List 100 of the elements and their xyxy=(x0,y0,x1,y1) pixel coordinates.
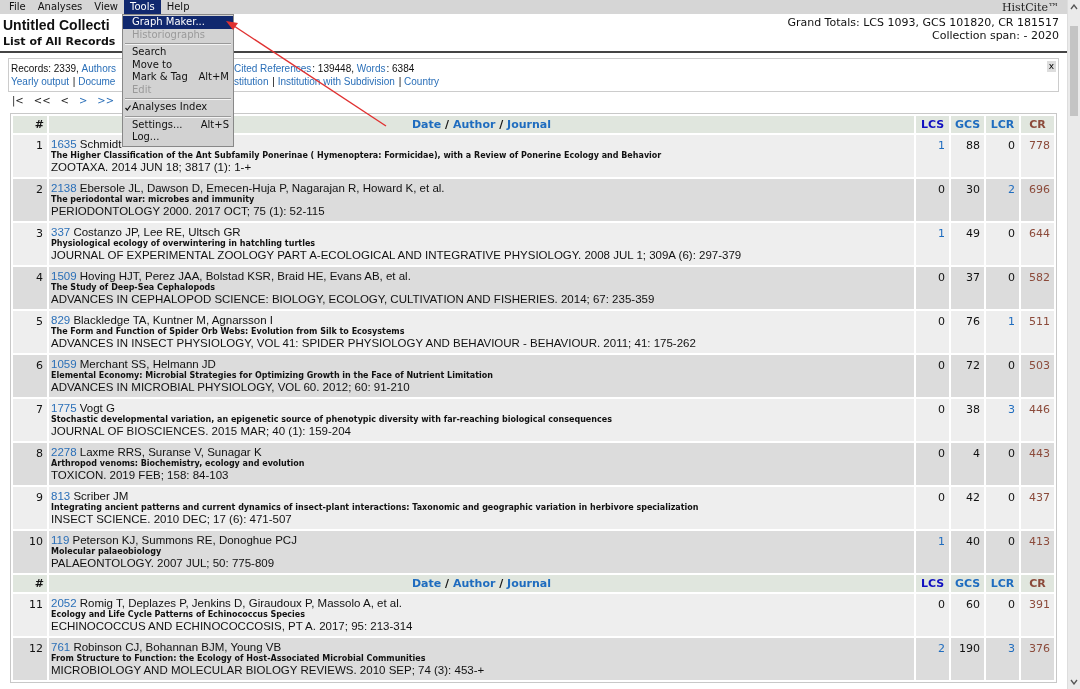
menu-option[interactable]: Log... xyxy=(123,131,233,144)
lcr-cell[interactable]: 2 xyxy=(986,179,1019,221)
pager-link[interactable]: >> xyxy=(97,95,115,109)
menu-option[interactable]: Search xyxy=(123,46,233,59)
column-header[interactable]: CR xyxy=(1021,575,1054,592)
record-link[interactable]: 1635 xyxy=(51,138,77,150)
info-link[interactable]: Docume xyxy=(78,75,116,88)
lcs-cell[interactable]: 1 xyxy=(916,135,949,177)
collection-span: Collection span: - 2020 xyxy=(931,29,1059,42)
column-header[interactable]: CR xyxy=(1021,116,1054,133)
cr-cell[interactable]: 696 xyxy=(1021,179,1054,221)
record-title: The Study of Deep-Sea Cephalopods xyxy=(51,283,216,293)
info-text: : 6384 xyxy=(386,62,415,75)
sort-link[interactable]: Date xyxy=(412,577,442,590)
lcs-cell[interactable]: 2 xyxy=(916,638,949,680)
menu-option[interactable]: Move to xyxy=(123,58,233,71)
cr-cell[interactable]: 437 xyxy=(1021,487,1054,529)
record-link[interactable]: 1059 xyxy=(51,358,77,370)
lcr-cell[interactable]: 3 xyxy=(986,638,1019,680)
record-link[interactable]: 2278 xyxy=(51,446,77,458)
sort-link[interactable]: Date xyxy=(412,118,442,131)
column-header[interactable]: GCS xyxy=(951,116,984,133)
record-authors: 119 Peterson KJ, Summons RE, Donoghue PCJ xyxy=(51,534,297,547)
column-header[interactable]: LCS xyxy=(916,575,949,592)
cr-cell[interactable]: 391 xyxy=(1021,594,1054,636)
scroll-thumb[interactable] xyxy=(1070,26,1078,116)
record-link[interactable]: 829 xyxy=(51,314,71,326)
menu-item[interactable]: Help xyxy=(160,0,196,14)
info-link[interactable]: Words xyxy=(356,62,386,75)
record-authors: 829 Blackledge TA, Kuntner M, Agnarsson I xyxy=(51,314,274,327)
record-authors: 813 Scriber JM xyxy=(51,490,129,503)
sort-link[interactable]: Journal xyxy=(507,577,551,590)
column-header[interactable]: LCR xyxy=(986,575,1019,592)
record-link[interactable]: 2138 xyxy=(51,182,77,194)
lcs-cell[interactable]: 1 xyxy=(916,531,949,573)
record-source: PERIODONTOLOGY 2000. 2017 OCT; 75 (1): 52-115 xyxy=(51,205,325,218)
record-link[interactable]: 2052 xyxy=(51,597,77,609)
lcr-cell-text: 0 xyxy=(1007,138,1016,154)
separator-text: / xyxy=(498,118,505,131)
menu-option[interactable]: Settings... Alt+S xyxy=(123,118,233,131)
record-title: Arthropod venoms: Biochemistry, ecology and evolution xyxy=(51,459,305,469)
separator-text: / xyxy=(444,118,451,131)
pager-link[interactable]: << xyxy=(33,95,51,109)
close-button[interactable]: x xyxy=(1046,61,1056,72)
column-header[interactable]: LCR xyxy=(986,116,1019,133)
record-authors: 337 Costanzo JP, Lee RE, Ultsch GR xyxy=(51,226,241,239)
lcs-cell-text: 0 xyxy=(937,270,946,286)
pager-link[interactable]: < xyxy=(60,95,69,109)
sort-link[interactable]: Author xyxy=(452,118,496,131)
cr-cell[interactable]: 446 xyxy=(1021,399,1054,441)
gcs-cell-text: 190 xyxy=(958,641,981,657)
record-link[interactable]: 1509 xyxy=(51,270,77,282)
cr-cell[interactable]: 582 xyxy=(1021,267,1054,309)
info-link[interactable]: Institution with Subdivision xyxy=(277,75,395,88)
info-link[interactable]: stitution xyxy=(234,75,269,88)
scroll-down-icon[interactable] xyxy=(1070,679,1078,685)
record-link[interactable]: 813 xyxy=(51,490,71,502)
record-source: JOURNAL OF BIOSCIENCES. 2015 MAR; 40 (1): 159-204 xyxy=(51,425,351,438)
lcr-cell-text: 0 xyxy=(1007,534,1016,550)
info-link[interactable]: Country xyxy=(404,75,440,88)
row-number: 1 xyxy=(35,138,44,154)
lcr-cell[interactable]: 1 xyxy=(986,311,1019,353)
lcr-cell[interactable]: 3 xyxy=(986,399,1019,441)
scroll-up-icon[interactable] xyxy=(1070,4,1078,10)
lcs-cell[interactable]: 1 xyxy=(916,223,949,265)
row-number: 12 xyxy=(28,641,44,657)
sort-link[interactable]: Author xyxy=(452,577,496,590)
menu-item[interactable]: Analyses xyxy=(31,0,89,14)
record-source: ECHINOCOCCUS AND ECHINOCOCCOSIS, PT A. 2017; 95: 213-314 xyxy=(51,620,413,633)
menu-option[interactable]: Analyses Index xyxy=(123,101,233,114)
record-authors: 2278 Laxme RRS, Suranse V, Sunagar K xyxy=(51,446,262,459)
column-header[interactable]: GCS xyxy=(951,575,984,592)
column-header[interactable]: LCS xyxy=(916,116,949,133)
record-link[interactable]: 119 xyxy=(51,534,70,546)
menu-item[interactable]: File xyxy=(3,0,32,14)
record-link[interactable]: 761 xyxy=(51,641,71,653)
row-number: 2 xyxy=(35,182,44,198)
scrollbar[interactable] xyxy=(1067,0,1080,689)
info-link[interactable]: Yearly output xyxy=(11,75,69,88)
menu-item[interactable]: View xyxy=(88,0,125,14)
cr-cell[interactable]: 778 xyxy=(1021,135,1054,177)
sort-link[interactable]: Journal xyxy=(507,118,551,131)
record-link[interactable]: 1775 xyxy=(51,402,77,414)
menu-option[interactable]: Graph Maker... xyxy=(123,16,233,29)
record-link[interactable]: 337 xyxy=(51,226,71,238)
list-subtitle: List of All Records xyxy=(3,34,116,49)
pager-link[interactable]: |< xyxy=(12,95,24,109)
row-number: 8 xyxy=(35,446,44,462)
info-link[interactable]: Authors xyxy=(81,62,117,75)
cr-cell[interactable]: 443 xyxy=(1021,443,1054,485)
cr-cell[interactable]: 503 xyxy=(1021,355,1054,397)
menu-option[interactable]: Mark & Tag Alt+M xyxy=(123,71,233,84)
column-header: # xyxy=(13,116,47,133)
cr-cell[interactable]: 644 xyxy=(1021,223,1054,265)
cr-cell[interactable]: 376 xyxy=(1021,638,1054,680)
cr-cell[interactable]: 413 xyxy=(1021,531,1054,573)
record-title: From Structure to Function: the Ecology of Host-Associated Microbial Communities xyxy=(51,654,426,664)
menu-item[interactable]: Tools xyxy=(124,0,161,14)
pager-link[interactable]: > xyxy=(78,95,88,109)
cr-cell[interactable]: 511 xyxy=(1021,311,1054,353)
